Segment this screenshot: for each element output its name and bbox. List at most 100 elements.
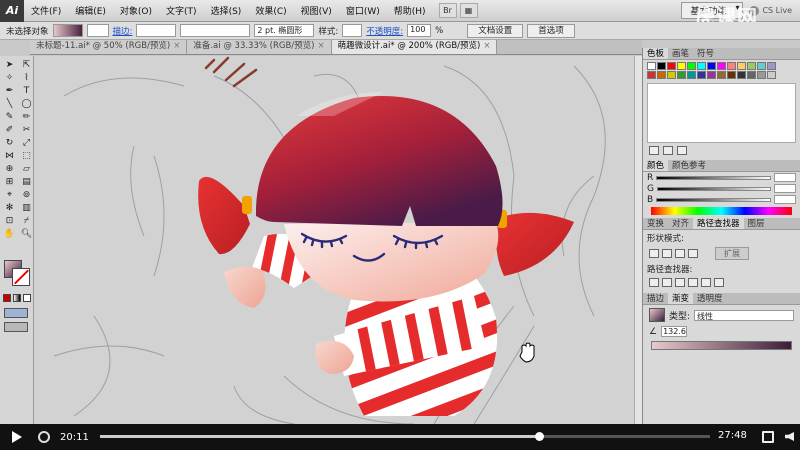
color-swatch[interactable] [707, 62, 716, 70]
symbol-sprayer-tool-icon[interactable]: ✻ [2, 203, 17, 214]
exclude-icon[interactable] [688, 249, 698, 258]
slider-track[interactable] [656, 186, 771, 191]
expand-button[interactable]: 扩展 [715, 247, 749, 260]
free-transform-tool-icon[interactable]: ⬚ [19, 151, 34, 162]
style-field[interactable] [342, 24, 363, 37]
tab-pathfinder[interactable]: 路径查找器 [693, 218, 744, 229]
stroke-weight-field[interactable] [136, 24, 177, 37]
menu-file[interactable]: 文件(F) [24, 4, 68, 17]
tab-align[interactable]: 对齐 [668, 218, 693, 229]
tab-transform[interactable]: 变换 [643, 218, 668, 229]
none-mode-icon[interactable] [23, 294, 31, 302]
gradient-slider[interactable] [651, 341, 792, 350]
gradient-mode-icon[interactable] [13, 294, 21, 302]
gradient-preview[interactable] [649, 308, 665, 322]
drawing-mode-icon[interactable] [4, 308, 28, 318]
color-swatch[interactable] [697, 62, 706, 70]
color-swatch[interactable] [697, 71, 706, 79]
color-swatch[interactable] [737, 71, 746, 79]
color-swatch[interactable] [657, 62, 666, 70]
opacity-field[interactable]: 100 [407, 24, 432, 37]
delete-swatch-icon[interactable] [677, 146, 687, 155]
color-swatch[interactable] [657, 71, 666, 79]
color-swatch[interactable] [757, 71, 766, 79]
color-swatch[interactable] [727, 62, 736, 70]
vertical-scrollbar[interactable] [634, 56, 642, 424]
color-swatch[interactable] [717, 62, 726, 70]
line-tool-icon[interactable]: ╲ [2, 99, 17, 110]
pencil-tool-icon[interactable]: ✏ [19, 112, 34, 123]
slider-b[interactable]: B [643, 194, 800, 205]
color-swatch[interactable] [687, 62, 696, 70]
slider-track[interactable] [656, 197, 771, 202]
color-swatch[interactable] [647, 71, 656, 79]
fullscreen-icon[interactable] [762, 431, 774, 443]
eraser-tool-icon[interactable]: ✂ [19, 125, 34, 136]
fill-swatch[interactable] [52, 24, 83, 37]
tab-symbols[interactable]: 符号 [693, 48, 718, 59]
slider-r[interactable]: R [643, 172, 800, 183]
crop-icon[interactable] [688, 278, 698, 287]
tab-document-1[interactable]: 未标题-11.ai* @ 50% (RGB/预览) × [30, 40, 188, 54]
stroke-swatch[interactable] [86, 24, 109, 37]
tab-document-2[interactable]: 准备.ai @ 33.33% (RGB/预览) × [187, 40, 332, 54]
swatch-library-icon[interactable] [649, 146, 659, 155]
color-swatch[interactable] [767, 62, 776, 70]
tab-layers[interactable]: 图层 [744, 218, 769, 229]
color-swatch[interactable] [687, 71, 696, 79]
mesh-tool-icon[interactable]: ⊞ [2, 177, 17, 188]
arrange-icon[interactable]: ▦ [459, 3, 478, 18]
stroke-color-icon[interactable] [12, 268, 30, 286]
pen-tool-icon[interactable]: ✒ [2, 86, 17, 97]
menu-effect[interactable]: 效果(C) [248, 4, 293, 17]
color-swatch[interactable] [727, 71, 736, 79]
tab-document-3[interactable]: 萌趣微设计.ai* @ 200% (RGB/预览) × [331, 40, 498, 54]
close-icon[interactable]: × [483, 41, 490, 51]
color-swatch[interactable] [667, 62, 676, 70]
value-box[interactable] [774, 184, 796, 193]
close-icon[interactable]: × [317, 41, 324, 51]
width-tool-icon[interactable]: ⋈ [2, 151, 17, 162]
color-swatch[interactable] [677, 62, 686, 70]
graph-tool-icon[interactable]: ▥ [19, 203, 34, 214]
slider-g[interactable]: G [643, 183, 800, 194]
menu-type[interactable]: 文字(T) [159, 4, 204, 17]
color-swatch[interactable] [667, 71, 676, 79]
gradient-type-select[interactable]: 线性 [694, 309, 794, 321]
artboard-tool-icon[interactable]: ⊡ [2, 216, 17, 227]
minus-front-icon[interactable] [662, 249, 672, 258]
tab-color-guide[interactable]: 颜色参考 [668, 160, 710, 171]
lasso-tool-icon[interactable]: ⌇ [19, 73, 34, 84]
color-swatch[interactable] [737, 62, 746, 70]
color-swatch[interactable] [747, 71, 756, 79]
play-icon[interactable] [12, 431, 22, 443]
artboard-canvas[interactable] [34, 56, 634, 424]
bridge-icon[interactable]: Br [438, 3, 457, 18]
zoom-tool-icon[interactable]: 🔍︎ [19, 229, 34, 240]
perspective-tool-icon[interactable]: ▱ [19, 164, 34, 175]
menu-window[interactable]: 窗口(W) [339, 4, 387, 17]
shape-builder-tool-icon[interactable]: ⊕ [2, 164, 17, 175]
color-swatch[interactable] [747, 62, 756, 70]
trim-icon[interactable] [662, 278, 672, 287]
color-mode-icon[interactable] [3, 294, 11, 302]
intersect-icon[interactable] [675, 249, 685, 258]
volume-icon[interactable] [785, 432, 794, 441]
opacity-label[interactable]: 不透明度: [366, 25, 403, 37]
gradient-angle-field[interactable]: 132.6 [661, 326, 688, 337]
menu-help[interactable]: 帮助(H) [387, 4, 433, 17]
merge-icon[interactable] [675, 278, 685, 287]
color-spectrum[interactable] [651, 207, 792, 215]
color-swatch[interactable] [757, 62, 766, 70]
color-swatch[interactable] [677, 71, 686, 79]
tab-stroke[interactable]: 描边 [643, 293, 668, 304]
tab-color[interactable]: 颜色 [643, 160, 669, 171]
variable-width-field[interactable] [180, 24, 251, 37]
screen-mode-icon[interactable] [4, 322, 28, 332]
menu-edit[interactable]: 编辑(E) [68, 4, 113, 17]
progress-knob[interactable] [535, 432, 545, 441]
tab-swatches[interactable]: 色板 [643, 48, 669, 59]
value-box[interactable] [774, 173, 796, 182]
unite-icon[interactable] [649, 249, 659, 258]
hand-tool-icon[interactable]: ✋ [2, 229, 17, 240]
